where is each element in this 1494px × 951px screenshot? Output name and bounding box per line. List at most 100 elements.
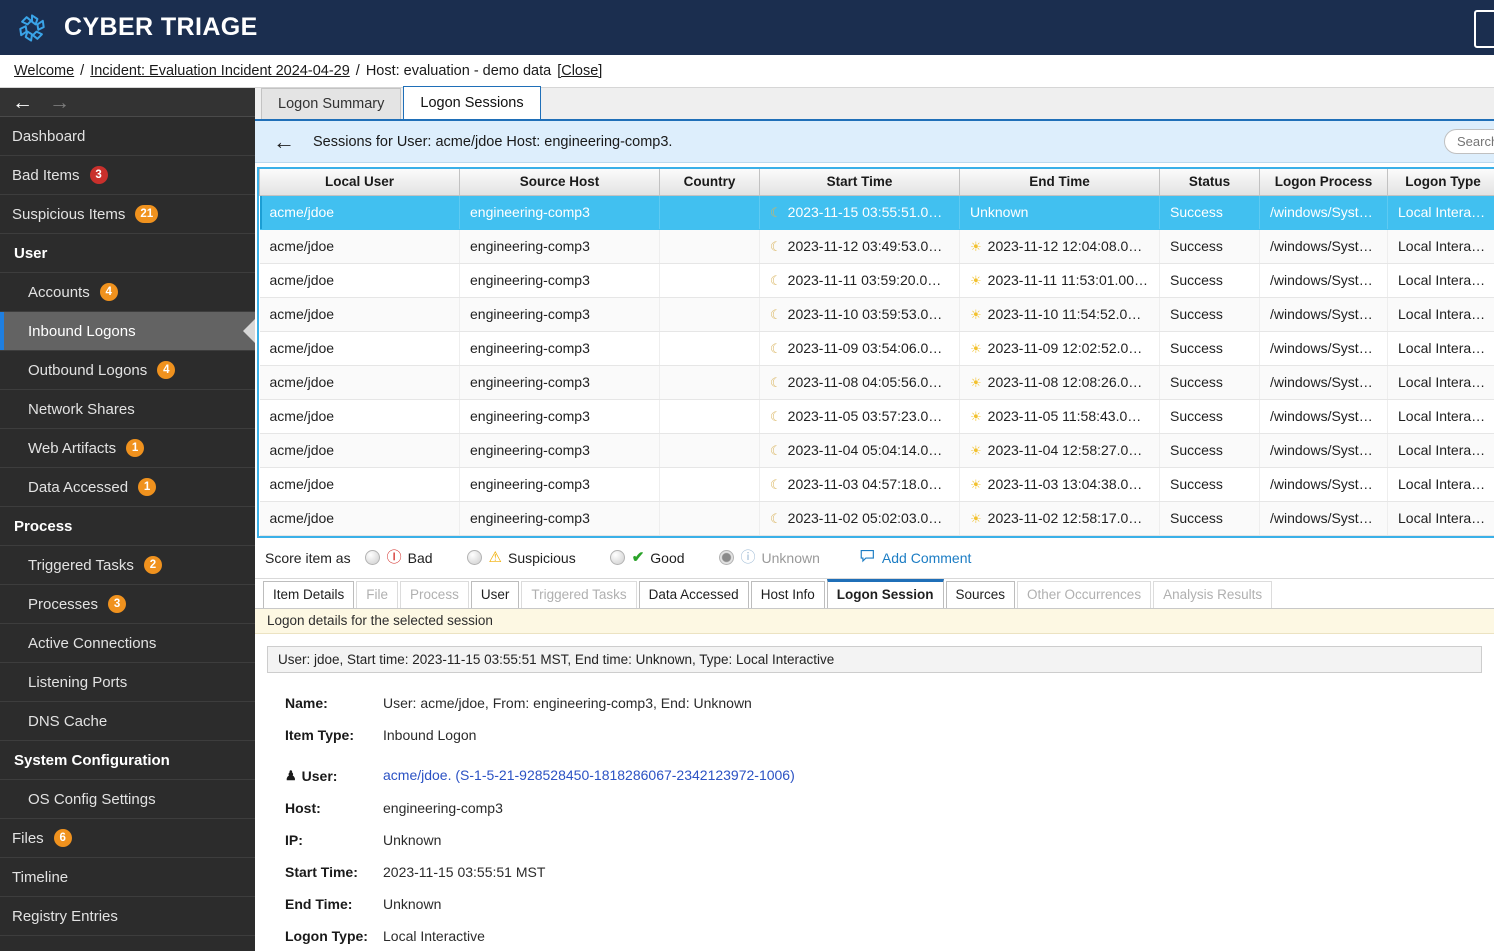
sidebar-item-web-artifacts[interactable]: Web Artifacts 1 <box>0 429 255 468</box>
cell-local-user: acme/jdoe <box>259 399 460 434</box>
cell-text: 2023-11-04 05:04:14.000 MDT <box>787 441 960 458</box>
column-header-end-time[interactable]: End Time <box>959 169 1160 196</box>
radio-suspicious[interactable] <box>466 550 482 565</box>
detail-tab-logon-session[interactable]: Logon Session <box>826 578 944 608</box>
table-row[interactable]: acme/jdoe engineering-comp3 ☾ 2023-11-09 03… <box>259 331 1494 366</box>
add-comment-button[interactable]: Add Comment <box>860 549 971 566</box>
cell-text: Local Interactive <box>1398 204 1494 220</box>
sidebar-item-network-shares[interactable]: Network Shares <box>0 390 255 429</box>
sidebar-item-badge: 4 <box>157 361 176 379</box>
sun-icon: ☀ <box>970 374 982 390</box>
cell-text: Local Interactive <box>1398 476 1494 492</box>
sidebar-item-dns-cache[interactable]: DNS Cache <box>0 702 255 741</box>
cell-status: Success <box>1159 365 1260 400</box>
session-back-icon[interactable]: ← <box>273 130 295 153</box>
sidebar-item-suspicious-items[interactable]: Suspicious Items 21 <box>0 195 255 234</box>
detail-tabstrip: Item Details File Process User Triggered Tas… <box>255 578 1494 609</box>
score-option-suspicious[interactable]: ⚠ Suspicious <box>466 549 576 566</box>
detail-tab-item-details[interactable]: Item Details <box>263 580 355 608</box>
detail-tab-host-info[interactable]: Host Info <box>750 580 825 608</box>
sidebar-item-dashboard[interactable]: Dashboard <box>0 117 255 156</box>
cell-text: acme/jdoe <box>269 340 335 356</box>
table-row[interactable]: acme/jdoe engineering-comp3 ☾ 2023-11-15 03… <box>259 195 1494 230</box>
column-header-source-host[interactable]: Source Host <box>459 169 660 196</box>
nav-forward-icon[interactable]: → <box>49 92 70 113</box>
sidebar-item-files[interactable]: Files 6 <box>0 819 255 858</box>
table-row[interactable]: acme/jdoe engineering-comp3 ☾ 2023-11-03 04… <box>259 467 1494 502</box>
cell-start-time: ☾ 2023-11-05 03:57:23.000 MST <box>759 399 960 434</box>
search-input[interactable] <box>1444 129 1494 154</box>
score-option-good[interactable]: ✔ Good <box>609 549 685 566</box>
cell-text: Local Interactive <box>1398 408 1494 424</box>
sidebar-item-os-config-settings[interactable]: OS Config Settings <box>0 780 255 819</box>
sidebar-item-bad-items[interactable]: Bad Items 3 <box>0 156 255 195</box>
sidebar-item-accounts[interactable]: Accounts 4 <box>0 273 255 312</box>
score-option-label: Good <box>650 549 685 566</box>
column-header-logon-type[interactable]: Logon Type <box>1387 169 1494 196</box>
column-header-logon-process[interactable]: Logon Process <box>1259 169 1388 196</box>
sidebar-item-active-connections[interactable]: Active Connections <box>0 624 255 663</box>
cell-status: Success <box>1159 331 1260 366</box>
table-row[interactable]: acme/jdoe engineering-comp3 ☾ 2023-11-11 03… <box>259 263 1494 298</box>
top-right-menu-button[interactable] <box>1474 10 1494 48</box>
table-row[interactable]: acme/jdoe engineering-comp3 ☾ 2023-11-04 05… <box>259 433 1494 468</box>
breadcrumb-welcome[interactable]: Welcome <box>14 63 74 79</box>
cell-country <box>659 195 760 230</box>
sidebar-item-timeline[interactable]: Timeline <box>0 858 255 897</box>
detail-field-label: Item Type: <box>285 726 354 743</box>
detail-field-label-wrap: Logon Type: <box>285 928 383 944</box>
cell-text: 2023-11-05 03:57:23.000 MST <box>787 407 960 424</box>
tab-logon-sessions[interactable]: Logon Sessions <box>403 86 541 119</box>
detail-tab-data-accessed[interactable]: Data Accessed <box>638 580 749 608</box>
sidebar-item-listening-ports[interactable]: Listening Ports <box>0 663 255 702</box>
tab-logon-summary[interactable]: Logon Summary <box>261 88 402 119</box>
column-header-start-time[interactable]: Start Time <box>759 169 960 196</box>
column-header-country[interactable]: Country <box>659 169 760 196</box>
score-option-label: Unknown <box>761 549 820 566</box>
breadcrumb-close-link[interactable]: [Close] <box>557 63 602 79</box>
sidebar-item-system-configuration: System Configuration <box>0 741 255 780</box>
radio-good[interactable] <box>609 550 625 565</box>
table-row[interactable]: acme/jdoe engineering-comp3 ☾ 2023-11-05 03… <box>259 399 1494 434</box>
cell-text: engineering-comp3 <box>470 374 590 390</box>
nav-back-icon[interactable]: ← <box>12 92 33 113</box>
table-row[interactable]: acme/jdoe engineering-comp3 ☾ 2023-11-08 04… <box>259 365 1494 400</box>
sidebar-item-data-accessed[interactable]: Data Accessed 1 <box>0 468 255 507</box>
radio-bad[interactable] <box>364 550 380 565</box>
column-header-local-user[interactable]: Local User <box>259 169 460 196</box>
detail-field-value[interactable]: acme/jdoe. (S-1-5-21-928528450-181828606… <box>383 767 795 783</box>
comment-bubble-icon <box>860 549 875 566</box>
detail-field-row: Host: engineering-comp3 <box>285 800 1482 816</box>
sidebar-item-outbound-logons[interactable]: Outbound Logons 4 <box>0 351 255 390</box>
cell-text: acme/jdoe <box>269 374 335 390</box>
sidebar-item-registry-entries[interactable]: Registry Entries <box>0 897 255 936</box>
detail-tab-sources[interactable]: Sources <box>945 580 1016 608</box>
column-header-status[interactable]: Status <box>1159 169 1260 196</box>
cell-logon-type: Local Interactive <box>1387 501 1494 536</box>
cell-text: Success <box>1170 442 1223 458</box>
detail-field-row: IP: Unknown <box>285 832 1482 848</box>
table-row[interactable]: acme/jdoe engineering-comp3 ☾ 2023-11-02 05… <box>259 501 1494 536</box>
sidebar-item-label: User <box>14 244 48 262</box>
cell-text: Local Interactive <box>1398 510 1494 526</box>
score-option-bad[interactable]: Ⓘ Bad <box>364 550 433 566</box>
cell-text: 2023-11-12 12:04:08.000 MST <box>987 237 1160 254</box>
cell-end-time: ☀ 2023-11-09 12:02:52.000 MST <box>959 331 1160 366</box>
detail-field-link[interactable]: acme/jdoe. (S-1-5-21-928528450-181828606… <box>383 767 795 783</box>
sidebar-item-triggered-tasks[interactable]: Triggered Tasks 2 <box>0 546 255 585</box>
table-row[interactable]: acme/jdoe engineering-comp3 ☾ 2023-11-10 03… <box>259 297 1494 332</box>
sidebar-item-inbound-logons[interactable]: Inbound Logons <box>0 312 255 351</box>
cell-text: 2023-11-05 11:58:43.000 MST <box>987 407 1160 424</box>
sidebar-item-label: System Configuration <box>14 751 170 769</box>
detail-tab-user[interactable]: User <box>470 580 520 608</box>
cell-local-user: acme/jdoe <box>259 433 460 468</box>
suspicious-icon: ⚠ <box>488 549 502 566</box>
detail-field-label-wrap: Name: <box>285 695 383 711</box>
cell-text: acme/jdoe <box>269 408 335 424</box>
sidebar-nav-arrows: ← → <box>0 88 255 117</box>
cell-text: Unknown <box>970 204 1029 220</box>
detail-field-value: Local Interactive <box>383 927 485 944</box>
table-row[interactable]: acme/jdoe engineering-comp3 ☾ 2023-11-12 03… <box>259 229 1494 264</box>
breadcrumb-incident[interactable]: Incident: Evaluation Incident 2024-04-29 <box>90 63 350 79</box>
sidebar-item-processes[interactable]: Processes 3 <box>0 585 255 624</box>
